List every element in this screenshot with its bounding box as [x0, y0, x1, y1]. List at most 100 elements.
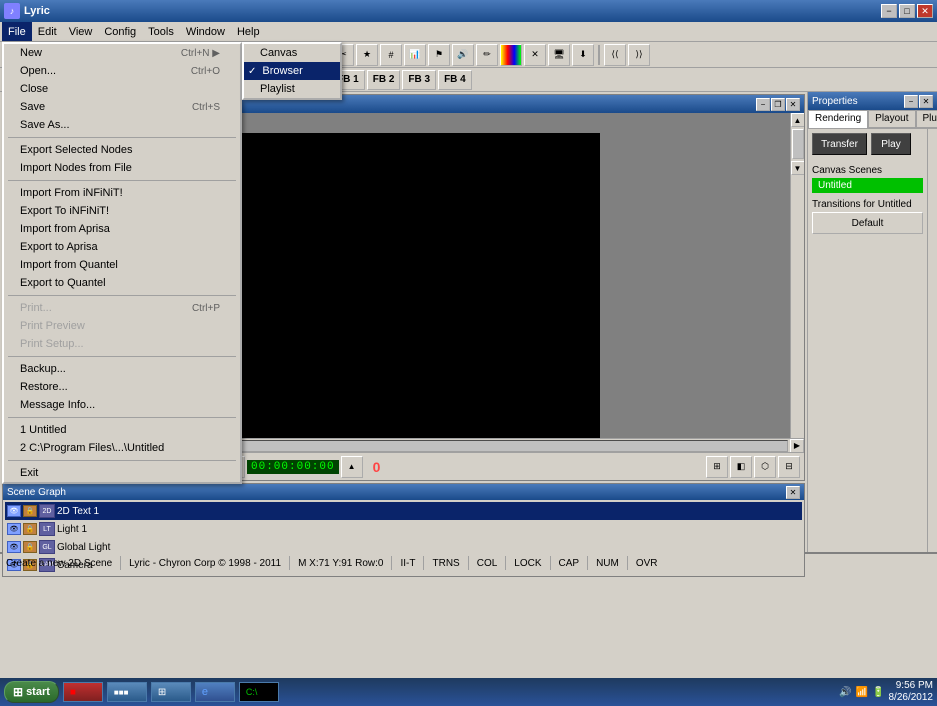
canvas-black-area[interactable] [193, 133, 600, 438]
menu-edit[interactable]: Edit [32, 22, 63, 41]
taskbar-item-color[interactable]: ■■■ [107, 682, 147, 702]
menu-file[interactable]: File [2, 22, 32, 41]
menu-item-export-aprisa[interactable]: Export to Aprisa [4, 238, 240, 256]
taskbar-item-terminal[interactable]: C:\ [239, 682, 279, 702]
transport-options3[interactable]: ⬡ [754, 456, 776, 478]
menu-item-print[interactable]: Print... Ctrl+P [4, 299, 240, 317]
scrollbar-vertical[interactable]: ▲ ▼ [790, 113, 804, 438]
toolbar-monitor[interactable]: 🖥 [548, 44, 570, 66]
submenu-browser[interactable]: Browser [244, 62, 340, 80]
maximize-button[interactable]: □ [899, 4, 915, 18]
toolbar-flag[interactable]: ⚑ [428, 44, 450, 66]
play-button[interactable]: Play [871, 133, 911, 155]
menu-window[interactable]: Window [180, 22, 231, 41]
taskbar-item-ie[interactable]: e [195, 682, 235, 702]
app-title: Lyric [24, 5, 50, 17]
menu-item-recent-1[interactable]: 1 Untitled [4, 421, 240, 439]
menu-item-export-nodes[interactable]: Export Selected Nodes [4, 141, 240, 159]
menu-item-save[interactable]: Save Ctrl+S [4, 98, 240, 116]
menu-item-import-quantel[interactable]: Import from Quantel [4, 256, 240, 274]
lock-icon-3[interactable]: 🔒 [23, 541, 37, 553]
eye-icon-3[interactable]: 👁 [7, 541, 21, 553]
menu-item-message-info[interactable]: Message Info... [4, 396, 240, 414]
canvas-minimize[interactable]: − [756, 98, 770, 111]
timecode-up[interactable]: ▲ [341, 456, 363, 478]
default-button[interactable]: Default [812, 212, 923, 234]
lock-icon-2[interactable]: 🔒 [23, 523, 37, 535]
toolbar-prev[interactable]: ⟨⟨ [604, 44, 626, 66]
menu-item-saveas[interactable]: Save As... [4, 116, 240, 134]
lock-icon-1[interactable]: 🔒 [23, 505, 37, 517]
tab-rendering[interactable]: Rendering [808, 110, 868, 128]
toolbar-next[interactable]: ⟩⟩ [628, 44, 650, 66]
tab-plu[interactable]: Plu [916, 110, 937, 128]
submenu-playlist[interactable]: Playlist [244, 80, 340, 98]
menu-view[interactable]: View [63, 22, 99, 41]
toolbar-grid[interactable]: # [380, 44, 402, 66]
menu-item-exit[interactable]: Exit [4, 464, 240, 482]
submenu-playlist-label: Playlist [260, 83, 295, 95]
menu-help[interactable]: Help [231, 22, 266, 41]
close-button[interactable]: ✕ [917, 4, 933, 18]
minimize-button[interactable]: − [881, 4, 897, 18]
scene-item-globallight[interactable]: 👁 🔒 GL Global Light [5, 538, 802, 556]
menu-item-export-infinit[interactable]: Export To iNFiNiT! [4, 202, 240, 220]
transfer-button[interactable]: Transfer [812, 133, 867, 155]
menu-config[interactable]: Config [98, 22, 142, 41]
scroll-right[interactable]: ▶ [790, 439, 804, 453]
toolbar-x[interactable]: ✕ [524, 44, 546, 66]
start-button[interactable]: ⊞ start [4, 681, 59, 703]
taskbar-item-red[interactable]: ■ [63, 682, 103, 702]
menu-item-print-preview[interactable]: Print Preview [4, 317, 240, 335]
scroll-up[interactable]: ▲ [791, 113, 805, 127]
eye-icon-2[interactable]: 👁 [7, 523, 21, 535]
scroll-down[interactable]: ▼ [791, 161, 805, 175]
menu-tools[interactable]: Tools [142, 22, 180, 41]
scene-item-2dtext1[interactable]: 👁 🔒 2D 2D Text 1 [5, 502, 802, 520]
toolbar-pencil[interactable]: ✏ [476, 44, 498, 66]
scroll-thumb[interactable] [792, 129, 804, 159]
scene-item-light1[interactable]: 👁 🔒 LT Light 1 [5, 520, 802, 538]
toolbar-color[interactable] [500, 44, 522, 66]
menu-item-print-label: Print... [20, 302, 52, 314]
canvas-close[interactable]: ✕ [786, 98, 800, 111]
menu-item-open[interactable]: Open... Ctrl+O [4, 62, 240, 80]
scene-untitled-item[interactable]: Untitled [812, 178, 923, 193]
menu-item-backup[interactable]: Backup... [4, 360, 240, 378]
tab-playout[interactable]: Playout [868, 110, 915, 128]
menu-item-import-nodes[interactable]: Import Nodes from File [4, 159, 240, 177]
menu-item-save-shortcut: Ctrl+S [192, 102, 220, 113]
menu-item-export-quantel[interactable]: Export to Quantel [4, 274, 240, 292]
panel-close[interactable]: ✕ [919, 95, 933, 108]
menu-item-print-setup[interactable]: Print Setup... [4, 335, 240, 353]
menu-item-import-infinit[interactable]: Import From iNFiNiT! [4, 184, 240, 202]
taskbar-item-grid[interactable]: ⊞ [151, 682, 191, 702]
fb4-button[interactable]: FB 4 [438, 70, 472, 90]
menu-item-import-aprisa[interactable]: Import from Aprisa [4, 220, 240, 238]
transport-options2[interactable]: ◧ [730, 456, 752, 478]
menu-item-close[interactable]: Close [4, 80, 240, 98]
menu-item-new[interactable]: New Ctrl+N ▶ [4, 44, 240, 62]
fb2-button[interactable]: FB 2 [367, 70, 401, 90]
panel-scrollbar[interactable] [927, 129, 937, 552]
toolbar-download[interactable]: ⬇ [572, 44, 594, 66]
canvas-restore[interactable]: ❐ [771, 98, 785, 111]
submenu-canvas[interactable]: Canvas [244, 44, 340, 62]
panel-minimize[interactable]: − [904, 95, 918, 108]
scene-graph-label: Scene Graph [7, 487, 66, 498]
eye-icon-1[interactable]: 👁 [7, 505, 21, 517]
toolbar-star[interactable]: ★ [356, 44, 378, 66]
canvas-window-controls: − ❐ ✕ [756, 98, 800, 111]
menu-item-new-shortcut: Ctrl+N ▶ [181, 48, 220, 59]
transport-options1[interactable]: ⊞ [706, 456, 728, 478]
menu-item-recent-2[interactable]: 2 C:\Program Files\...\Untitled [4, 439, 240, 457]
status-app-info: Lyric - Chyron Corp © 1998 - 2011 [129, 558, 281, 569]
new-submenu: Canvas Browser Playlist [242, 42, 342, 100]
menu-item-restore[interactable]: Restore... [4, 378, 240, 396]
toolbar-speaker[interactable]: 🔊 [452, 44, 474, 66]
toolbar-graph[interactable]: 📊 [404, 44, 426, 66]
menu-item-message-info-label: Message Info... [20, 399, 95, 411]
fb3-button[interactable]: FB 3 [402, 70, 436, 90]
transport-options4[interactable]: ⊟ [778, 456, 800, 478]
scene-graph-close[interactable]: ✕ [786, 486, 800, 499]
